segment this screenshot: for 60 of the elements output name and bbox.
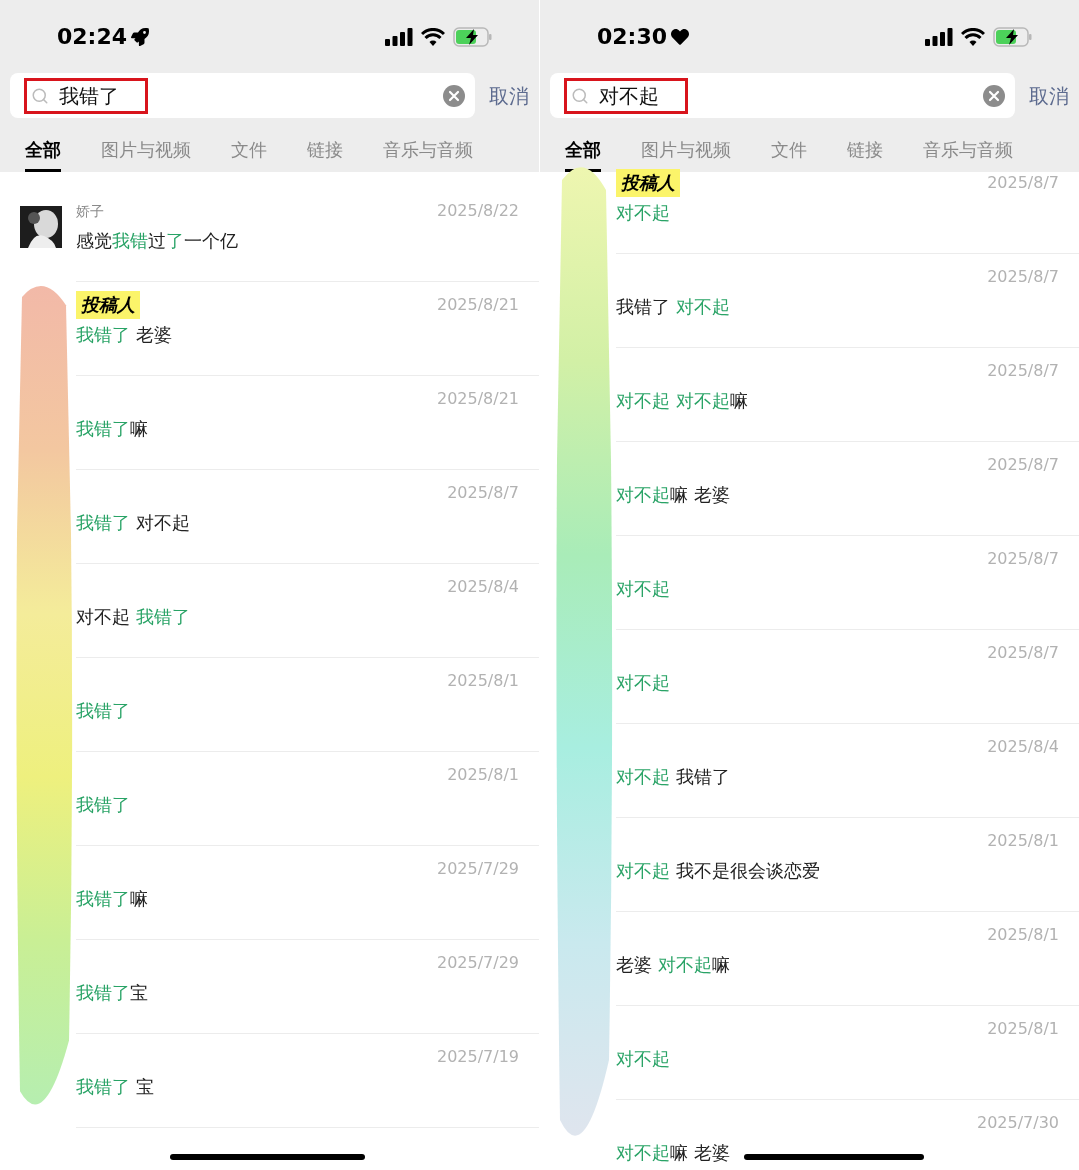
- message-date: 2025/7/30: [976, 1112, 1059, 1134]
- message-text[interactable]: 我错了 对不起: [76, 510, 190, 536]
- contributor-tag: 投稿人: [76, 291, 140, 319]
- message-date: 2025/8/7: [987, 266, 1059, 288]
- battery-charging-icon: [993, 26, 1033, 47]
- message-text[interactable]: 对不起嘛 老婆: [616, 482, 730, 508]
- message-date: 2025/8/1: [447, 670, 519, 692]
- cancel-button[interactable]: 取消: [489, 80, 529, 111]
- message-date: 2025/8/7: [987, 454, 1059, 476]
- message-text[interactable]: 对不起嘛 老婆: [616, 1140, 730, 1166]
- search-field[interactable]: 我错了: [10, 73, 475, 118]
- message-text[interactable]: 我错了宝: [76, 980, 148, 1006]
- signal-icon: [925, 27, 953, 46]
- message-date: 2025/8/21: [436, 294, 519, 316]
- message-date: 2025/8/1: [987, 830, 1059, 852]
- search-icon: [571, 86, 589, 105]
- message-date: 2025/7/19: [436, 1046, 519, 1068]
- status-time: 02:30: [597, 23, 668, 51]
- search-field[interactable]: 对不起: [550, 73, 1015, 118]
- message-date: 2025/8/4: [987, 736, 1059, 758]
- clear-icon[interactable]: [983, 84, 1005, 107]
- message-date: 2025/8/4: [447, 576, 519, 598]
- search-query: 我错了: [59, 82, 119, 110]
- message-text[interactable]: 我错了 宝: [76, 1074, 154, 1100]
- sender-name: 娇子: [76, 201, 104, 221]
- message-date: 2025/8/7: [987, 172, 1059, 194]
- battery-charging-icon: [453, 26, 493, 47]
- message-text[interactable]: 感觉我错过了一个亿: [76, 228, 238, 254]
- message-date: 2025/8/21: [436, 388, 519, 410]
- message-date: 2025/8/22: [436, 200, 519, 222]
- message-date: 2025/8/7: [987, 642, 1059, 664]
- message-date: 2025/7/29: [436, 858, 519, 880]
- rocket-icon: [131, 27, 150, 46]
- message-date: 2025/8/1: [447, 764, 519, 786]
- search-query: 对不起: [599, 82, 659, 110]
- message-date: 2025/8/7: [447, 482, 519, 504]
- message-text[interactable]: 对不起 对不起嘛: [616, 388, 748, 414]
- search-icon: [31, 86, 49, 105]
- message-date: 2025/8/1: [987, 924, 1059, 946]
- status-time: 02:24: [57, 23, 128, 51]
- contributor-tag: 投稿人: [616, 169, 680, 197]
- cancel-button[interactable]: 取消: [1029, 80, 1069, 111]
- clear-icon[interactable]: [443, 84, 465, 107]
- message-text[interactable]: 对不起 我错了: [76, 604, 190, 630]
- wifi-icon: [421, 27, 445, 46]
- filter-tab[interactable]: 全部: [25, 130, 61, 172]
- message-text[interactable]: 对不起 我不是很会谈恋爱: [616, 858, 820, 884]
- message-date: 2025/8/1: [987, 1018, 1059, 1040]
- message-text[interactable]: 老婆 对不起嘛: [616, 952, 730, 978]
- message-text[interactable]: 我错了 对不起: [616, 294, 730, 320]
- message-date: 2025/8/7: [987, 360, 1059, 382]
- heart-icon: [671, 27, 690, 46]
- message-date: 2025/7/29: [436, 952, 519, 974]
- message-date: 2025/8/7: [987, 548, 1059, 570]
- signal-icon: [385, 27, 413, 46]
- message-text[interactable]: 对不起 我错了: [616, 764, 730, 790]
- message-text[interactable]: 我错了嘛: [76, 416, 148, 442]
- wifi-icon: [961, 27, 985, 46]
- message-text[interactable]: 我错了嘛: [76, 886, 148, 912]
- message-text[interactable]: 我错了 老婆: [76, 322, 172, 348]
